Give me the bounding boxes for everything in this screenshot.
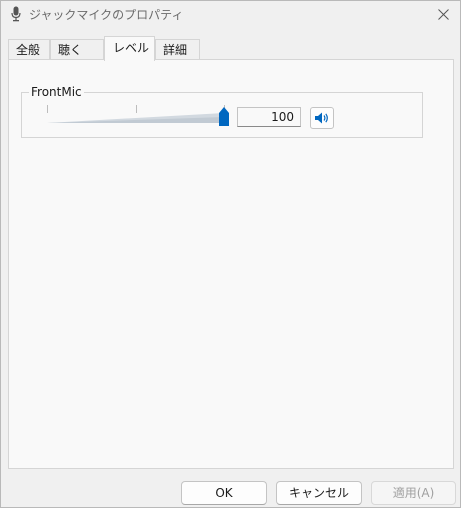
tab-levels[interactable]: レベル [104,36,155,61]
frontmic-group: FrontMic 100 [21,84,423,138]
slider-thumb [219,107,229,126]
tab-advanced[interactable]: 詳細 [155,39,200,59]
tab-general[interactable]: 全般 [8,39,50,59]
tab-panel-levels: FrontMic 100 [8,59,454,469]
group-label: FrontMic [29,84,84,100]
properties-window: ジャックマイクのプロパティ 全般 聴く レベル 詳細 FrontMic 100 … [0,0,461,508]
close-button[interactable] [430,3,456,25]
window-title: ジャックマイクのプロパティ [29,8,184,22]
level-value-field[interactable]: 100 [237,107,301,127]
ok-button[interactable]: OK [181,481,267,505]
cancel-button[interactable]: キャンセル [276,481,362,505]
close-icon [437,8,449,20]
level-slider[interactable] [47,103,237,127]
tab-listen[interactable]: 聴く [50,39,104,59]
title-bar: ジャックマイクのプロパティ [1,1,460,27]
mute-button[interactable] [310,107,334,129]
apply-button[interactable]: 適用(A) [371,481,456,505]
microphone-icon [11,6,21,22]
speaker-icon [315,112,328,124]
